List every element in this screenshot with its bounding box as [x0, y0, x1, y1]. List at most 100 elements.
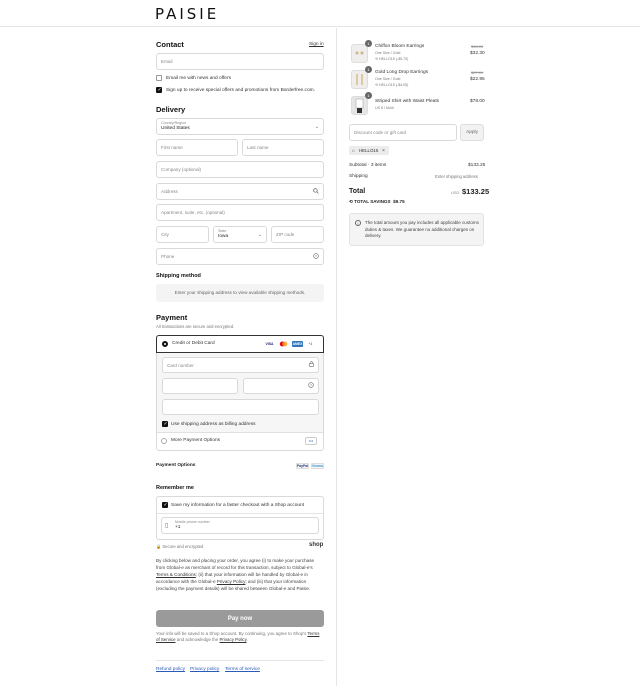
info-icon: i	[355, 220, 361, 226]
item-old-price: $38.00	[471, 44, 484, 49]
expiry-input[interactable]	[162, 378, 238, 394]
item-qty-badge: 1	[365, 92, 372, 99]
item-discount: ⟲ HELLO15 (-$4.05)	[375, 83, 409, 87]
address-input[interactable]: Address	[156, 183, 324, 200]
header: PAISIE	[0, 0, 640, 27]
shipping-value: Enter shipping address	[435, 174, 478, 179]
company-input[interactable]: Company (optional)	[156, 161, 324, 178]
currency-code: USD	[451, 190, 460, 195]
save-info-label: Save my information for a faster checkou…	[171, 503, 305, 508]
security-code-input[interactable]: ?	[243, 378, 319, 394]
payment-subtitle: All transactions are secure and encrypte…	[156, 324, 235, 329]
item-qty-badge: 1	[365, 66, 372, 73]
discount-code-input[interactable]: Discount code or gift card	[349, 124, 457, 141]
item-name: Chiffon Bloom Earrings	[375, 44, 425, 49]
search-icon	[313, 187, 319, 196]
column-divider	[336, 28, 337, 686]
duties-info-box: i The total amount you pay includes all …	[349, 213, 484, 246]
global-e-privacy-link[interactable]: Privacy Policy	[217, 579, 246, 584]
state-select[interactable]: State Iowa ⌄	[213, 226, 267, 243]
address-placeholder: Address	[161, 189, 178, 194]
venmo-icon[interactable]: Venmo	[311, 463, 324, 469]
apply-button[interactable]: Apply	[460, 124, 484, 141]
lock-icon	[309, 361, 314, 369]
refund-policy-link[interactable]: Refund policy	[156, 667, 185, 672]
country-value: United States	[161, 126, 190, 131]
credit-card-label: Credit or Debit Card	[172, 341, 215, 346]
sign-in-link[interactable]: Sign in	[309, 42, 324, 47]
product-thumb-shirt	[351, 96, 368, 115]
svg-text:?: ?	[315, 254, 317, 258]
first-name-input[interactable]: First name	[156, 139, 238, 156]
phone-input[interactable]: Phone ?	[156, 248, 324, 265]
country-label: Country/Region	[161, 121, 186, 125]
more-payment-options[interactable]: More Payment Options •••	[157, 433, 323, 450]
duties-info-text: The total amount you pay includes all ap…	[365, 220, 479, 238]
card-form: Card number ?	[157, 353, 323, 417]
more-options-radio[interactable]	[161, 438, 167, 444]
city-placeholder: City	[161, 232, 169, 237]
product-thumb-drop-earrings	[351, 70, 368, 89]
more-dots-icon: •••	[305, 437, 317, 445]
apartment-placeholder: Apartment, suite, etc. (optional)	[161, 210, 225, 215]
pay-now-button[interactable]: Pay now	[156, 610, 324, 627]
subtotal-value: $133.25	[468, 163, 486, 168]
chevron-down-icon: ⌄	[257, 231, 262, 238]
terms-of-service-link[interactable]: Terms of service	[225, 667, 260, 672]
zip-placeholder: ZIP code	[276, 232, 295, 237]
promo-label: Sign up to receive special offers and pr…	[166, 88, 315, 93]
product-thumb-earrings	[351, 44, 368, 63]
total-label: Total	[349, 188, 366, 195]
item-price: $22.95	[470, 77, 485, 82]
item-old-price: $27.00	[471, 70, 484, 75]
help-circle-icon[interactable]: ?	[313, 252, 319, 261]
discount-tag-code: HELLO15	[359, 148, 379, 153]
phone-icon: ▯	[165, 523, 169, 529]
item-name: Striped Shirt with Waist Pleats	[375, 99, 440, 104]
terms-conditions-link[interactable]: Terms & Conditions	[156, 572, 196, 577]
news-checkbox[interactable]	[156, 75, 162, 81]
mobile-phone-input[interactable]: ▯ Mobile phone number +1	[161, 517, 319, 534]
apartment-input[interactable]: Apartment, suite, etc. (optional)	[156, 204, 324, 221]
card-number-input[interactable]: Card number	[162, 357, 319, 373]
credit-card-option[interactable]: Credit or Debit Card VISA AMEX +1	[156, 335, 324, 353]
item-price: $78.00	[470, 99, 485, 104]
payment-options-title: Payment Options	[156, 463, 196, 468]
state-label: State	[218, 229, 227, 233]
shipping-method-notice: Enter your shipping address to view avai…	[156, 284, 324, 302]
name-on-card-input[interactable]	[162, 399, 319, 415]
shipping-method-title: Shipping method	[156, 273, 201, 279]
item-price: $32.30	[470, 51, 485, 56]
item-variant: One Size / Gold	[375, 51, 401, 55]
phone-placeholder: Phone	[161, 254, 175, 259]
svg-text:?: ?	[310, 383, 312, 387]
save-info-checkbox[interactable]	[162, 502, 168, 508]
zip-input[interactable]: ZIP code	[271, 226, 324, 243]
discount-placeholder: Discount code or gift card	[354, 130, 407, 135]
email-input[interactable]: Email	[156, 53, 324, 70]
card-number-placeholder: Card number	[167, 362, 194, 368]
contact-title: Contact	[156, 40, 184, 49]
billing-same-label: Use shipping address as billing address	[171, 422, 256, 427]
last-name-input[interactable]: Last name	[242, 139, 324, 156]
shop-privacy-link[interactable]: Privacy Policy	[220, 637, 247, 642]
billing-row: Use shipping address as billing address	[157, 417, 323, 433]
visa-icon: VISA	[264, 341, 275, 347]
payment-title: Payment	[156, 313, 188, 322]
help-circle-icon[interactable]: ?	[308, 382, 314, 390]
country-select[interactable]: Country/Region United States ⌄	[156, 118, 324, 135]
brand-logo[interactable]: PAISIE	[155, 5, 219, 23]
remove-discount-icon[interactable]: ×	[382, 148, 385, 154]
delivery-title: Delivery	[156, 105, 186, 114]
promo-checkbox[interactable]	[156, 87, 162, 93]
privacy-policy-link[interactable]: Privacy policy	[190, 667, 219, 672]
billing-same-checkbox[interactable]	[162, 421, 168, 427]
credit-card-radio[interactable]	[162, 341, 168, 347]
legal-text: By clicking below and placing your order…	[156, 558, 315, 591]
shipping-notice-text: Enter your shipping address to view avai…	[174, 290, 306, 295]
city-input[interactable]: City	[156, 226, 209, 243]
item-variant: US 6 / Multi	[375, 106, 394, 110]
subtotal-label: Subtotal · 3 items	[349, 163, 387, 168]
paypal-icon[interactable]: PayPal	[296, 463, 309, 469]
remember-divider	[157, 513, 323, 514]
